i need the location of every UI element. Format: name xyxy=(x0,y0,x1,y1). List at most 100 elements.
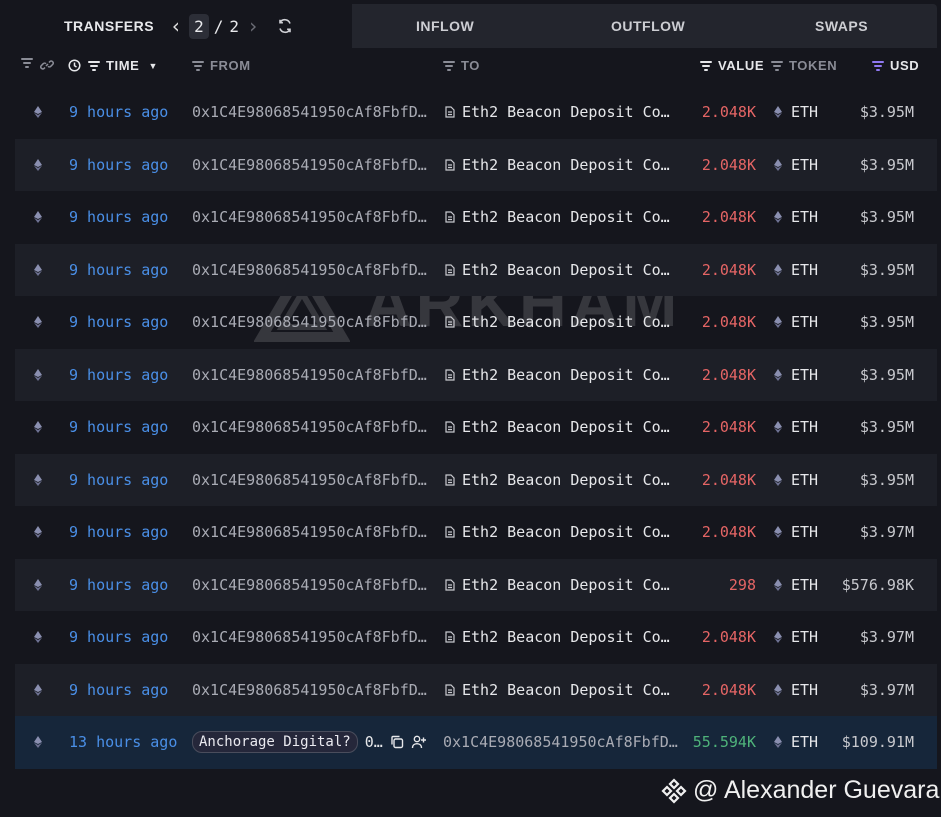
token-symbol[interactable]: ETH xyxy=(791,523,818,541)
table-row[interactable]: 9 hours ago 0x1C4E98068541950cAf8FbfD… E… xyxy=(15,191,937,244)
filter-icon[interactable] xyxy=(88,60,100,71)
sort-down-icon[interactable]: ▼ xyxy=(148,61,158,71)
token-symbol[interactable]: ETH xyxy=(791,576,818,594)
table-row[interactable]: 9 hours ago 0x1C4E98068541950cAf8FbfD… E… xyxy=(15,138,937,191)
to-entity[interactable]: Eth2 Beacon Deposit Co… xyxy=(445,576,670,594)
to-entity[interactable]: Eth2 Beacon Deposit Co… xyxy=(445,156,670,174)
to-entity[interactable]: Eth2 Beacon Deposit Co… xyxy=(445,208,670,226)
to-entity[interactable]: Eth2 Beacon Deposit Co… xyxy=(445,628,670,646)
time-link[interactable]: 9 hours ago xyxy=(69,156,168,174)
from-address[interactable]: 0x1C4E98068541950cAf8FbfD… xyxy=(192,366,427,384)
token-symbol[interactable]: ETH xyxy=(791,733,818,751)
to-entity[interactable]: Eth2 Beacon Deposit Co… xyxy=(445,471,670,489)
time-link[interactable]: 9 hours ago xyxy=(69,208,168,226)
filter-icon[interactable] xyxy=(700,60,712,71)
from-column-header[interactable]: FROM xyxy=(192,58,251,73)
usd-column-header[interactable]: USD xyxy=(872,58,919,73)
token-symbol[interactable]: ETH xyxy=(791,156,818,174)
time-link[interactable]: 9 hours ago xyxy=(69,103,168,121)
time-link[interactable]: 13 hours ago xyxy=(69,733,177,751)
tab-swaps[interactable]: SWAPS xyxy=(815,18,868,34)
link-icon[interactable] xyxy=(40,58,54,72)
time-link[interactable]: 9 hours ago xyxy=(69,681,168,699)
table-row[interactable]: 9 hours ago 0x1C4E98068541950cAf8FbfD… E… xyxy=(15,558,937,611)
from-address[interactable]: 0x1C4E98068541950cAf8FbfD… xyxy=(192,261,427,279)
tab-outflow[interactable]: OUTFLOW xyxy=(611,18,685,34)
token-symbol[interactable]: ETH xyxy=(791,471,818,489)
chevron-right-icon[interactable]: › xyxy=(245,14,261,38)
to-entity[interactable]: Eth2 Beacon Deposit Co… xyxy=(445,418,670,436)
token-symbol[interactable]: ETH xyxy=(791,208,818,226)
value-amount: 2.048K xyxy=(701,523,756,542)
filter-icon[interactable] xyxy=(192,60,204,71)
time-link[interactable]: 9 hours ago xyxy=(69,523,168,541)
filter-icon[interactable] xyxy=(771,60,783,71)
time-link[interactable]: 9 hours ago xyxy=(69,313,168,331)
from-header-label: FROM xyxy=(210,58,251,73)
usd-header-label: USD xyxy=(890,58,920,73)
time-link[interactable]: 9 hours ago xyxy=(69,261,168,279)
token-symbol[interactable]: ETH xyxy=(791,103,818,121)
from-address[interactable]: 0x1C4E98068541950cAf8FbfD… xyxy=(192,208,427,226)
filter-icon[interactable] xyxy=(872,60,884,71)
from-address[interactable]: 0x1C4E98068541950cAf8FbfD… xyxy=(192,156,427,174)
time-column-header[interactable]: TIME ▼ xyxy=(68,58,158,73)
tab-transfers[interactable]: TRANSFERS ‹ 2 / 2 › xyxy=(0,4,351,48)
from-address[interactable]: 0x1C4E98068541950cAf8FbfD… xyxy=(192,471,427,489)
tab-inflow[interactable]: INFLOW xyxy=(416,18,474,34)
to-column-header[interactable]: TO xyxy=(443,58,480,73)
to-entity[interactable]: Eth2 Beacon Deposit Co… xyxy=(445,261,670,279)
entity-pill[interactable]: Anchorage Digital? xyxy=(192,731,358,754)
from-address[interactable]: 0x1C4E98068541950cAf8FbfD… xyxy=(192,576,427,594)
add-user-icon[interactable] xyxy=(411,734,427,750)
table-row[interactable]: 9 hours ago 0x1C4E98068541950cAf8FbfD… E… xyxy=(15,401,937,454)
time-link[interactable]: 9 hours ago xyxy=(69,418,168,436)
current-page[interactable]: 2 xyxy=(189,13,209,39)
to-entity[interactable]: Eth2 Beacon Deposit Co… xyxy=(445,681,670,699)
token-column-header[interactable]: TOKEN xyxy=(771,58,837,73)
copy-icon[interactable] xyxy=(389,734,405,750)
time-link[interactable]: 9 hours ago xyxy=(69,366,168,384)
time-link[interactable]: 9 hours ago xyxy=(69,628,168,646)
table-row-inflow[interactable]: 13 hours ago Anchorage Digital? 0… 0x1C4… xyxy=(15,716,937,769)
table-row[interactable]: 9 hours ago 0x1C4E98068541950cAf8FbfD… E… xyxy=(15,663,937,716)
eth-icon xyxy=(34,736,42,749)
to-entity[interactable]: Eth2 Beacon Deposit Co… xyxy=(445,366,670,384)
from-entity: Anchorage Digital? 0… xyxy=(192,731,427,754)
to-entity[interactable]: Eth2 Beacon Deposit Co… xyxy=(445,523,670,541)
from-address[interactable]: 0x1C4E98068541950cAf8FbfD… xyxy=(192,681,427,699)
token-symbol[interactable]: ETH xyxy=(791,628,818,646)
to-entity[interactable]: Eth2 Beacon Deposit Co… xyxy=(445,313,670,331)
to-entity[interactable]: Eth2 Beacon Deposit Co… xyxy=(445,103,670,121)
token-symbol[interactable]: ETH xyxy=(791,681,818,699)
token-symbol[interactable]: ETH xyxy=(791,418,818,436)
table-row[interactable]: 9 hours ago 0x1C4E98068541950cAf8FbfD… E… xyxy=(15,506,937,559)
token-symbol[interactable]: ETH xyxy=(791,261,818,279)
table-row[interactable]: 9 hours ago 0x1C4E98068541950cAf8FbfD… E… xyxy=(15,348,937,401)
document-icon xyxy=(445,264,455,276)
time-link[interactable]: 9 hours ago xyxy=(69,471,168,489)
table-row[interactable]: 9 hours ago 0x1C4E98068541950cAf8FbfD… E… xyxy=(15,296,937,349)
refresh-icon[interactable] xyxy=(277,18,293,34)
to-label: Eth2 Beacon Deposit Co… xyxy=(462,523,670,542)
from-address[interactable]: 0x1C4E98068541950cAf8FbfD… xyxy=(192,523,427,541)
from-address[interactable]: 0x1C4E98068541950cAf8FbfD… xyxy=(192,418,427,436)
token-symbol[interactable]: ETH xyxy=(791,366,818,384)
value-column-header[interactable]: VALUE xyxy=(700,58,764,73)
chevron-left-icon[interactable]: ‹ xyxy=(168,14,184,38)
time-link[interactable]: 9 hours ago xyxy=(69,576,168,594)
token-symbol[interactable]: ETH xyxy=(791,313,818,331)
from-address[interactable]: 0x1C4E98068541950cAf8FbfD… xyxy=(192,628,427,646)
table-row[interactable]: 9 hours ago 0x1C4E98068541950cAf8FbfD… E… xyxy=(15,453,937,506)
table-row[interactable]: 9 hours ago 0x1C4E98068541950cAf8FbfD… E… xyxy=(15,86,937,139)
to-address[interactable]: 0x1C4E98068541950cAf8FbfD… xyxy=(443,733,678,751)
filter-icon[interactable] xyxy=(21,58,39,68)
from-address-short[interactable]: 0… xyxy=(365,733,383,751)
value-amount: 2.048K xyxy=(701,103,756,122)
usd-amount: $3.95M xyxy=(859,365,914,384)
from-address[interactable]: 0x1C4E98068541950cAf8FbfD… xyxy=(192,103,427,121)
from-address[interactable]: 0x1C4E98068541950cAf8FbfD… xyxy=(192,313,427,331)
filter-icon[interactable] xyxy=(443,60,455,71)
table-row[interactable]: 9 hours ago 0x1C4E98068541950cAf8FbfD… E… xyxy=(15,243,937,296)
table-row[interactable]: 9 hours ago 0x1C4E98068541950cAf8FbfD… E… xyxy=(15,611,937,664)
